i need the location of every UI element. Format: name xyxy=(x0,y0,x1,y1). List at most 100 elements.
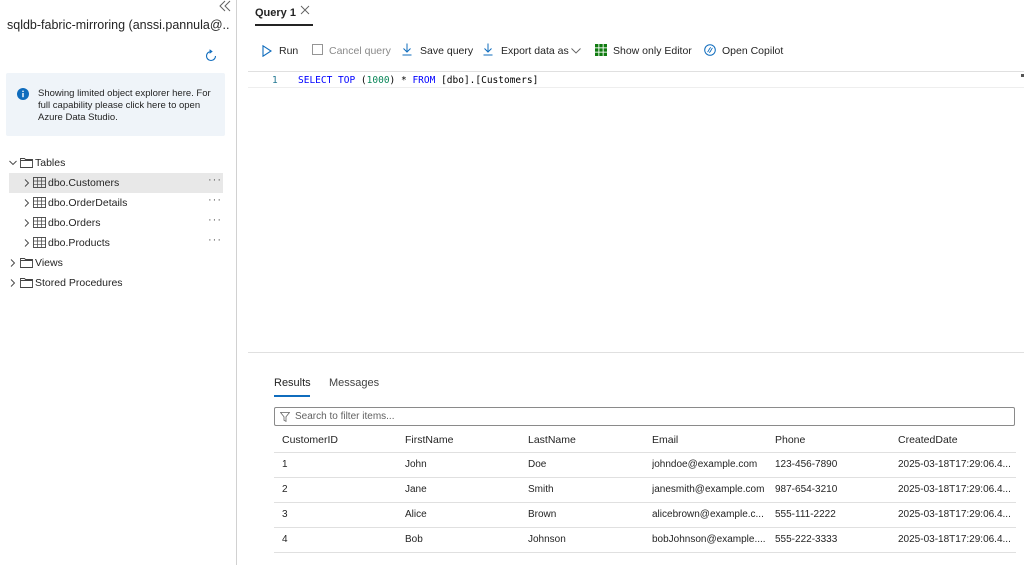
download-icon xyxy=(483,43,493,56)
filter-icon xyxy=(280,412,290,422)
tree-label-tables: Tables xyxy=(35,157,66,169)
show-only-editor-label: Show only Editor xyxy=(613,45,692,57)
more-options-icon[interactable]: ··· xyxy=(208,230,222,250)
column-header[interactable]: LastName xyxy=(528,429,576,453)
more-options-icon[interactable]: ··· xyxy=(208,190,222,210)
cell-email[interactable]: johndoe@example.com xyxy=(652,453,772,477)
cell-createddate[interactable]: 2025-03-18T17:29:06.4... xyxy=(898,478,1016,502)
open-copilot-label: Open Copilot xyxy=(722,45,784,57)
keyword-from: FROM xyxy=(412,75,442,86)
object-tree: Tables dbo.Customers ··· dbo.OrderDetail… xyxy=(0,153,237,293)
cancel-query-label: Cancel query xyxy=(329,45,391,57)
tree-label-stored-procedures: Stored Procedures xyxy=(35,277,123,289)
tree-label-views: Views xyxy=(35,257,63,269)
more-options-icon[interactable]: ··· xyxy=(208,210,222,230)
cell-phone[interactable]: 555-111-2222 xyxy=(775,503,893,527)
cell-firstname[interactable]: John xyxy=(405,453,523,477)
column-header[interactable]: Phone xyxy=(775,429,805,453)
cell-lastname[interactable]: Johnson xyxy=(528,528,646,552)
tab-results[interactable]: Results xyxy=(274,377,311,389)
grid-icon xyxy=(595,44,607,56)
chevron-right-icon[interactable] xyxy=(23,219,31,227)
column-header[interactable]: CustomerID xyxy=(282,429,338,453)
table-icon xyxy=(33,177,46,188)
results-grid: CustomerID FirstName LastName Email Phon… xyxy=(274,429,1016,553)
cell-firstname[interactable]: Jane xyxy=(405,478,523,502)
more-options-icon[interactable]: ··· xyxy=(208,170,222,190)
info-text: Showing limited object explorer here. Fo… xyxy=(38,88,211,123)
copilot-icon xyxy=(704,44,716,56)
sql-editor[interactable]: 1 SELECT TOP (1000) * FROM [dbo].[Custom… xyxy=(248,71,1024,353)
table-identifier: [dbo].[Customers] xyxy=(441,75,539,86)
filter-input[interactable] xyxy=(293,409,993,424)
chevron-down-icon[interactable] xyxy=(9,159,17,167)
folder-icon xyxy=(20,158,33,168)
cell-phone[interactable]: 555-222-3333 xyxy=(775,528,893,552)
table-row[interactable]: 4 Bob Johnson bobJohnson@example.... 555… xyxy=(274,528,1016,553)
table-row[interactable]: 2 Jane Smith janesmith@example.com 987-6… xyxy=(274,478,1016,503)
cell-createddate[interactable]: 2025-03-18T17:29:06.4... xyxy=(898,503,1016,527)
cell-customerid[interactable]: 1 xyxy=(282,453,400,477)
cell-customerid[interactable]: 4 xyxy=(282,528,400,552)
table-label: dbo.Orders xyxy=(48,217,101,229)
table-row[interactable]: 3 Alice Brown alicebrown@example.c... 55… xyxy=(274,503,1016,528)
number-literal: 1000 xyxy=(366,75,390,86)
table-label: dbo.Products xyxy=(48,237,110,249)
grid-header-row: CustomerID FirstName LastName Email Phon… xyxy=(274,429,1016,453)
chevron-down-icon xyxy=(571,48,581,54)
folder-icon xyxy=(20,258,33,268)
cell-lastname[interactable]: Smith xyxy=(528,478,646,502)
tree-node-stored-procedures[interactable]: Stored Procedures xyxy=(0,273,237,293)
table-row[interactable]: 1 John Doe johndoe@example.com 123-456-7… xyxy=(274,453,1016,478)
stop-icon xyxy=(312,44,323,55)
table-icon xyxy=(33,217,46,228)
collapse-pane-icon[interactable] xyxy=(218,0,232,12)
cell-phone[interactable]: 987-654-3210 xyxy=(775,478,893,502)
tree-item-orders[interactable]: dbo.Orders ··· xyxy=(0,213,237,233)
editor-line[interactable]: 1 SELECT TOP (1000) * FROM [dbo].[Custom… xyxy=(248,74,1024,88)
chevron-right-icon[interactable] xyxy=(23,239,31,247)
tree-node-views[interactable]: Views xyxy=(0,253,237,273)
cell-createddate[interactable]: 2025-03-18T17:29:06.4... xyxy=(898,528,1016,552)
tab-query-1[interactable]: Query 1 xyxy=(255,5,296,25)
cell-firstname[interactable]: Bob xyxy=(405,528,523,552)
chevron-right-icon[interactable] xyxy=(23,199,31,207)
cell-lastname[interactable]: Brown xyxy=(528,503,646,527)
column-header[interactable]: Email xyxy=(652,429,678,453)
play-icon xyxy=(262,45,272,57)
cell-firstname[interactable]: Alice xyxy=(405,503,523,527)
tree-node-tables[interactable]: Tables xyxy=(0,153,237,173)
cell-createddate[interactable]: 2025-03-18T17:29:06.4... xyxy=(898,453,1016,477)
refresh-icon[interactable] xyxy=(204,49,218,63)
tree-item-orderdetails[interactable]: dbo.OrderDetails ··· xyxy=(0,193,237,213)
column-header[interactable]: FirstName xyxy=(405,429,453,453)
cell-customerid[interactable]: 2 xyxy=(282,478,400,502)
object-explorer-pane: sqldb-fabric-mirroring (anssi.pannula@..… xyxy=(0,0,237,565)
cell-email[interactable]: janesmith@example.com xyxy=(652,478,772,502)
tab-label: Query 1 xyxy=(255,7,296,19)
close-icon[interactable] xyxy=(300,5,310,15)
cell-email[interactable]: bobJohnson@example.... xyxy=(652,528,772,552)
folder-icon xyxy=(20,278,33,288)
sql-code[interactable]: SELECT TOP (1000) * FROM [dbo].[Customer… xyxy=(298,75,538,86)
column-header[interactable]: CreatedDate xyxy=(898,429,958,453)
table-icon xyxy=(33,197,46,208)
results-tab-indicator xyxy=(274,395,310,397)
run-label: Run xyxy=(279,45,299,57)
info-banner[interactable]: Showing limited object explorer here. Fo… xyxy=(6,73,225,136)
chevron-right-icon[interactable] xyxy=(9,259,17,267)
star-operator: * xyxy=(395,75,413,86)
export-data-label: Export data as xyxy=(501,45,569,57)
tree-item-products[interactable]: dbo.Products ··· xyxy=(0,233,237,253)
chevron-right-icon[interactable] xyxy=(23,179,31,187)
tab-messages[interactable]: Messages xyxy=(329,377,379,389)
filter-box[interactable] xyxy=(274,407,1015,426)
cell-phone[interactable]: 123-456-7890 xyxy=(775,453,893,477)
cell-customerid[interactable]: 3 xyxy=(282,503,400,527)
cell-lastname[interactable]: Doe xyxy=(528,453,646,477)
table-icon xyxy=(33,237,46,248)
line-number: 1 xyxy=(272,75,278,86)
tree-item-customers[interactable]: dbo.Customers ··· xyxy=(9,173,223,193)
cell-email[interactable]: alicebrown@example.c... xyxy=(652,503,772,527)
chevron-right-icon[interactable] xyxy=(9,279,17,287)
